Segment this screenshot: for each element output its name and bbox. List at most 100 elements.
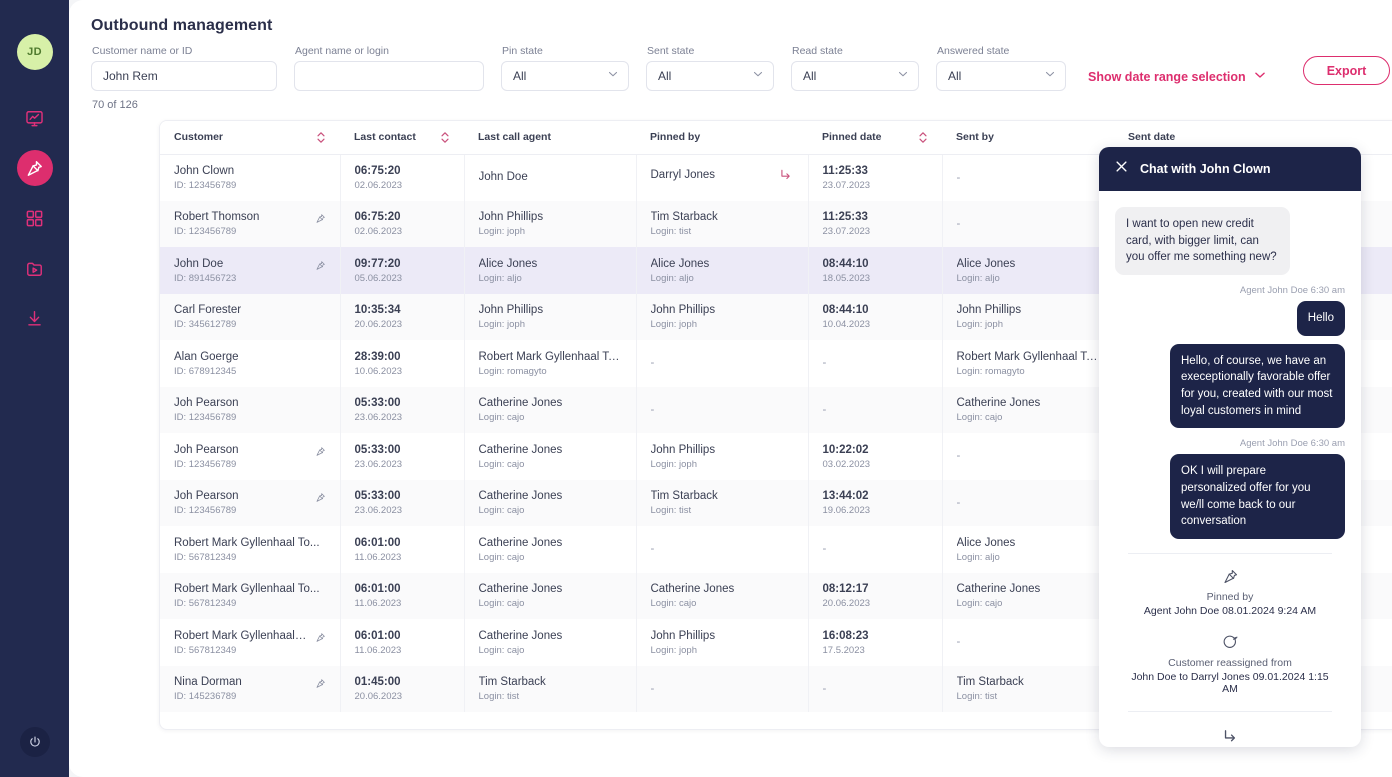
answered-state-select[interactable]: All	[936, 61, 1066, 91]
cell-last-call-agent: Catherine Jones Login: cajo	[464, 526, 637, 573]
cell-empty: -	[822, 357, 827, 370]
cell-last-contact: 05:33:00 23.06.2023	[340, 386, 465, 433]
cell-pinned-by: Tim Starback Login: tist	[636, 200, 809, 247]
cell-empty: -	[650, 682, 655, 695]
cell-secondary: 23.07.2023	[822, 226, 871, 238]
customer-search-input[interactable]	[91, 61, 277, 91]
sort-icon[interactable]	[440, 131, 450, 144]
cell-primary: John Phillips	[478, 211, 544, 224]
pin-state-select[interactable]: All	[501, 61, 629, 91]
cell-primary: John Phillips	[956, 304, 1022, 317]
cell-secondary: ID: 123456789	[174, 412, 237, 424]
read-state-select[interactable]: All	[791, 61, 919, 91]
sort-icon[interactable]	[918, 131, 928, 144]
cell-pinned-by: -	[636, 386, 809, 433]
cell-last-contact: 09:77:20 05.06.2023	[340, 247, 465, 294]
sent-state-select[interactable]: All	[646, 61, 774, 91]
column-label: Last contact	[354, 131, 416, 144]
pinned-by-label: Pinned by	[1206, 591, 1254, 604]
pin-icon[interactable]	[315, 630, 326, 648]
folder-play-icon[interactable]	[17, 250, 53, 286]
pinned-by-value: Agent John Doe 08.01.2024 9:24 AM	[1143, 605, 1317, 618]
cell-empty: -	[650, 403, 655, 416]
date-range-label: Show date range selection	[1088, 69, 1246, 84]
cell-primary: 08:44:10	[822, 304, 869, 317]
cell-secondary: ID: 567812349	[174, 598, 237, 610]
cell-primary: Tim Starback	[956, 676, 1024, 689]
cell-secondary: ID: 567812349	[174, 551, 237, 563]
cell-pinned-by: -	[636, 665, 809, 712]
sort-icon[interactable]	[316, 131, 326, 144]
download-icon[interactable]	[17, 300, 53, 336]
reassign-action[interactable]: Reassign	[1128, 711, 1332, 747]
chat-message-outgoing: OK I will prepare personalized offer for…	[1170, 454, 1345, 540]
cell-secondary: Login: cajo	[478, 598, 525, 610]
pin-icon[interactable]	[16, 150, 53, 186]
cell-secondary: ID: 123456789	[174, 226, 237, 238]
cell-pinned-date: 10:22:02 03.02.2023	[808, 433, 943, 480]
pin-icon[interactable]	[315, 490, 326, 508]
column-header-pinned-date[interactable]: Pinned date	[808, 121, 942, 155]
chat-message-meta: Agent John Doe 6:30 am	[1239, 285, 1345, 297]
cell-last-contact: 06:75:20 02.06.2023	[340, 154, 465, 201]
cell-primary: Joh Pearson	[174, 443, 239, 456]
chat-message-incoming: I want to open new credit card, with big…	[1115, 207, 1290, 276]
column-label: Sent date	[1128, 131, 1176, 144]
cell-primary: Catherine Jones	[478, 629, 563, 642]
cell-pinned-date: -	[808, 665, 943, 712]
reassigned-label: Customer reassigned from	[1168, 657, 1292, 670]
sent-state-field: Sent state All	[646, 45, 774, 91]
pin-icon[interactable]	[315, 258, 326, 276]
cell-primary: 05:33:00	[354, 490, 401, 503]
cell-last-contact: 05:33:00 23.06.2023	[340, 479, 465, 526]
cell-primary: 01:45:00	[354, 676, 401, 689]
page-title: Outbound management	[91, 17, 273, 34]
power-icon[interactable]	[19, 727, 50, 757]
pin-icon[interactable]	[315, 211, 326, 229]
cell-last-call-agent: John Doe	[464, 154, 637, 201]
cell-pinned-by: Darryl Jones	[636, 154, 809, 201]
app-root: JD Outbound management Customer name or …	[0, 0, 1392, 777]
avatar[interactable]: JD	[16, 34, 53, 70]
cell-secondary: Login: tist	[650, 505, 692, 517]
pin-icon[interactable]	[315, 444, 326, 462]
pin-icon[interactable]	[315, 676, 326, 694]
cell-pinned-by: -	[636, 526, 809, 573]
reassigned-value: John Doe to Darryl Jones 09.01.2024 1:15…	[1131, 671, 1329, 696]
cell-empty: -	[956, 496, 961, 509]
monitor-chart-icon[interactable]	[17, 100, 53, 136]
cell-sent-by: -	[942, 154, 1115, 201]
close-icon[interactable]	[1114, 159, 1129, 179]
agent-search-input[interactable]	[294, 61, 484, 91]
column-header-last-contact[interactable]: Last contact	[340, 121, 464, 155]
date-range-toggle[interactable]: Show date range selection	[1088, 68, 1267, 85]
cell-sent-by: Robert Mark Gyllenhaal To... Login: romag…	[942, 340, 1115, 387]
cell-primary: 11:25:33	[822, 211, 868, 224]
cell-primary: Catherine Jones	[650, 583, 735, 596]
cell-primary: Robert Mark Gyllenhaal To...	[174, 583, 320, 596]
grid-icon[interactable]	[17, 200, 53, 236]
cell-sent-by: Alice Jones Login: aljo	[942, 526, 1115, 573]
cell-pinned-date: 08:44:10 10.04.2023	[808, 293, 943, 340]
export-button[interactable]: Export	[1302, 56, 1391, 85]
cell-primary: Catherine Jones	[478, 397, 563, 410]
cell-primary: John Doe	[174, 257, 224, 270]
column-header-customer[interactable]: Customer	[160, 121, 340, 155]
cell-secondary: 23.06.2023	[354, 458, 403, 470]
cell-primary: Catherine Jones	[956, 583, 1041, 596]
agent-filter-label: Agent name or login	[295, 45, 389, 57]
cell-last-contact: 06:01:00 11.06.2023	[340, 619, 465, 666]
column-label: Pinned date	[822, 131, 882, 144]
cell-customer: Alan Goerge ID: 678912345	[160, 340, 341, 387]
cell-secondary: 02.06.2023	[354, 226, 403, 238]
reassign-arrow-icon[interactable]	[778, 168, 794, 187]
cell-sent-by: Alice Jones Login: aljo	[942, 247, 1115, 294]
cell-secondary: 05.06.2023	[354, 272, 403, 284]
cell-primary: 08:44:10	[822, 257, 869, 270]
cell-primary: John Doe	[478, 171, 528, 184]
cell-secondary: ID: 891456723	[174, 272, 237, 284]
cell-secondary: Login: cajo	[478, 644, 525, 656]
cell-primary: Nina Dorman	[174, 676, 242, 689]
cell-pinned-by: -	[636, 340, 809, 387]
cell-primary: Robert Thomson	[174, 211, 260, 224]
